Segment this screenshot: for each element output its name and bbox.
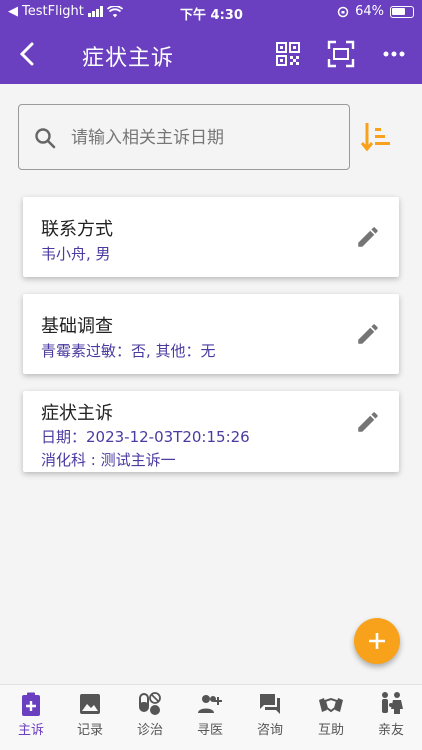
basic-survey-card[interactable]: 基础调查 青霉素过敏：否, 其他：无 [23,294,399,374]
photo-icon [80,694,100,714]
pills-icon [139,692,161,715]
qr-code-icon[interactable] [272,38,304,70]
family-icon [382,692,403,714]
bottom-nav: 主诉 记录 诊治 寻医 咨询 互助 亲友 [0,684,422,750]
chat-icon [260,694,280,714]
contact-card[interactable]: 联系方式 韦小舟, 男 [23,197,399,277]
card-detail: 青霉素过敏：否, 其他：无 [41,342,216,360]
nav-item-complaint[interactable]: 主诉 [2,691,60,745]
sort-icon[interactable] [360,120,392,154]
add-button[interactable] [354,618,400,664]
search-icon [35,128,56,149]
nav-label: 互助 [317,723,344,738]
status-time: 下午 4:30 [180,8,243,23]
nav-label: 主诉 [17,723,44,738]
plus-icon [369,633,385,649]
group-add-icon [198,695,222,713]
card-title: 症状主诉 [41,403,113,424]
search-input[interactable] [71,123,341,153]
nav-label: 咨询 [256,723,283,738]
card-title: 联系方式 [41,219,113,240]
nav-label: 寻医 [196,723,223,738]
nav-label: 诊治 [136,723,163,738]
nav-item-consult[interactable]: 咨询 [241,691,299,745]
nav-label: 记录 [76,723,103,738]
more-menu-icon[interactable] [378,38,410,70]
card-title: 基础调查 [41,316,113,337]
symptom-card[interactable]: 症状主诉 日期：2023-12-03T20:15:26 消化科 : 测试主诉一 [23,391,399,472]
nav-item-treatment[interactable]: 诊治 [121,691,179,745]
nav-item-family[interactable]: 亲友 [362,691,420,745]
status-carrier: TestFlight [22,4,84,19]
handshake-icon [319,697,343,713]
edit-icon[interactable] [355,224,381,250]
card-detail: 消化科 : 测试主诉一 [41,451,176,469]
status-bar: ◀ TestFlight 下午 4:30 64% [0,0,422,24]
app-bar: 症状主诉 [0,24,422,84]
edit-icon[interactable] [355,321,381,347]
page-title: 症状主诉 [82,46,175,71]
search-box [18,104,350,170]
battery-icon [390,5,414,18]
clipboard-plus-icon [22,692,40,716]
back-to-app-icon: ◀ [8,4,18,19]
back-arrow-icon[interactable] [12,38,44,70]
nav-item-find-doctor[interactable]: 寻医 [181,691,239,745]
signal-icon [87,6,103,17]
battery-percent: 64% [355,4,384,19]
card-date: 日期：2023-12-03T20:15:26 [41,428,250,446]
edit-icon[interactable] [355,409,381,435]
nav-item-mutual-aid[interactable]: 互助 [302,691,360,745]
wifi-icon [106,5,123,17]
nav-label: 亲友 [377,723,404,738]
orientation-lock-icon [337,6,349,17]
scan-icon[interactable] [325,38,357,70]
card-detail: 韦小舟, 男 [41,245,111,263]
nav-item-records[interactable]: 记录 [61,691,119,745]
